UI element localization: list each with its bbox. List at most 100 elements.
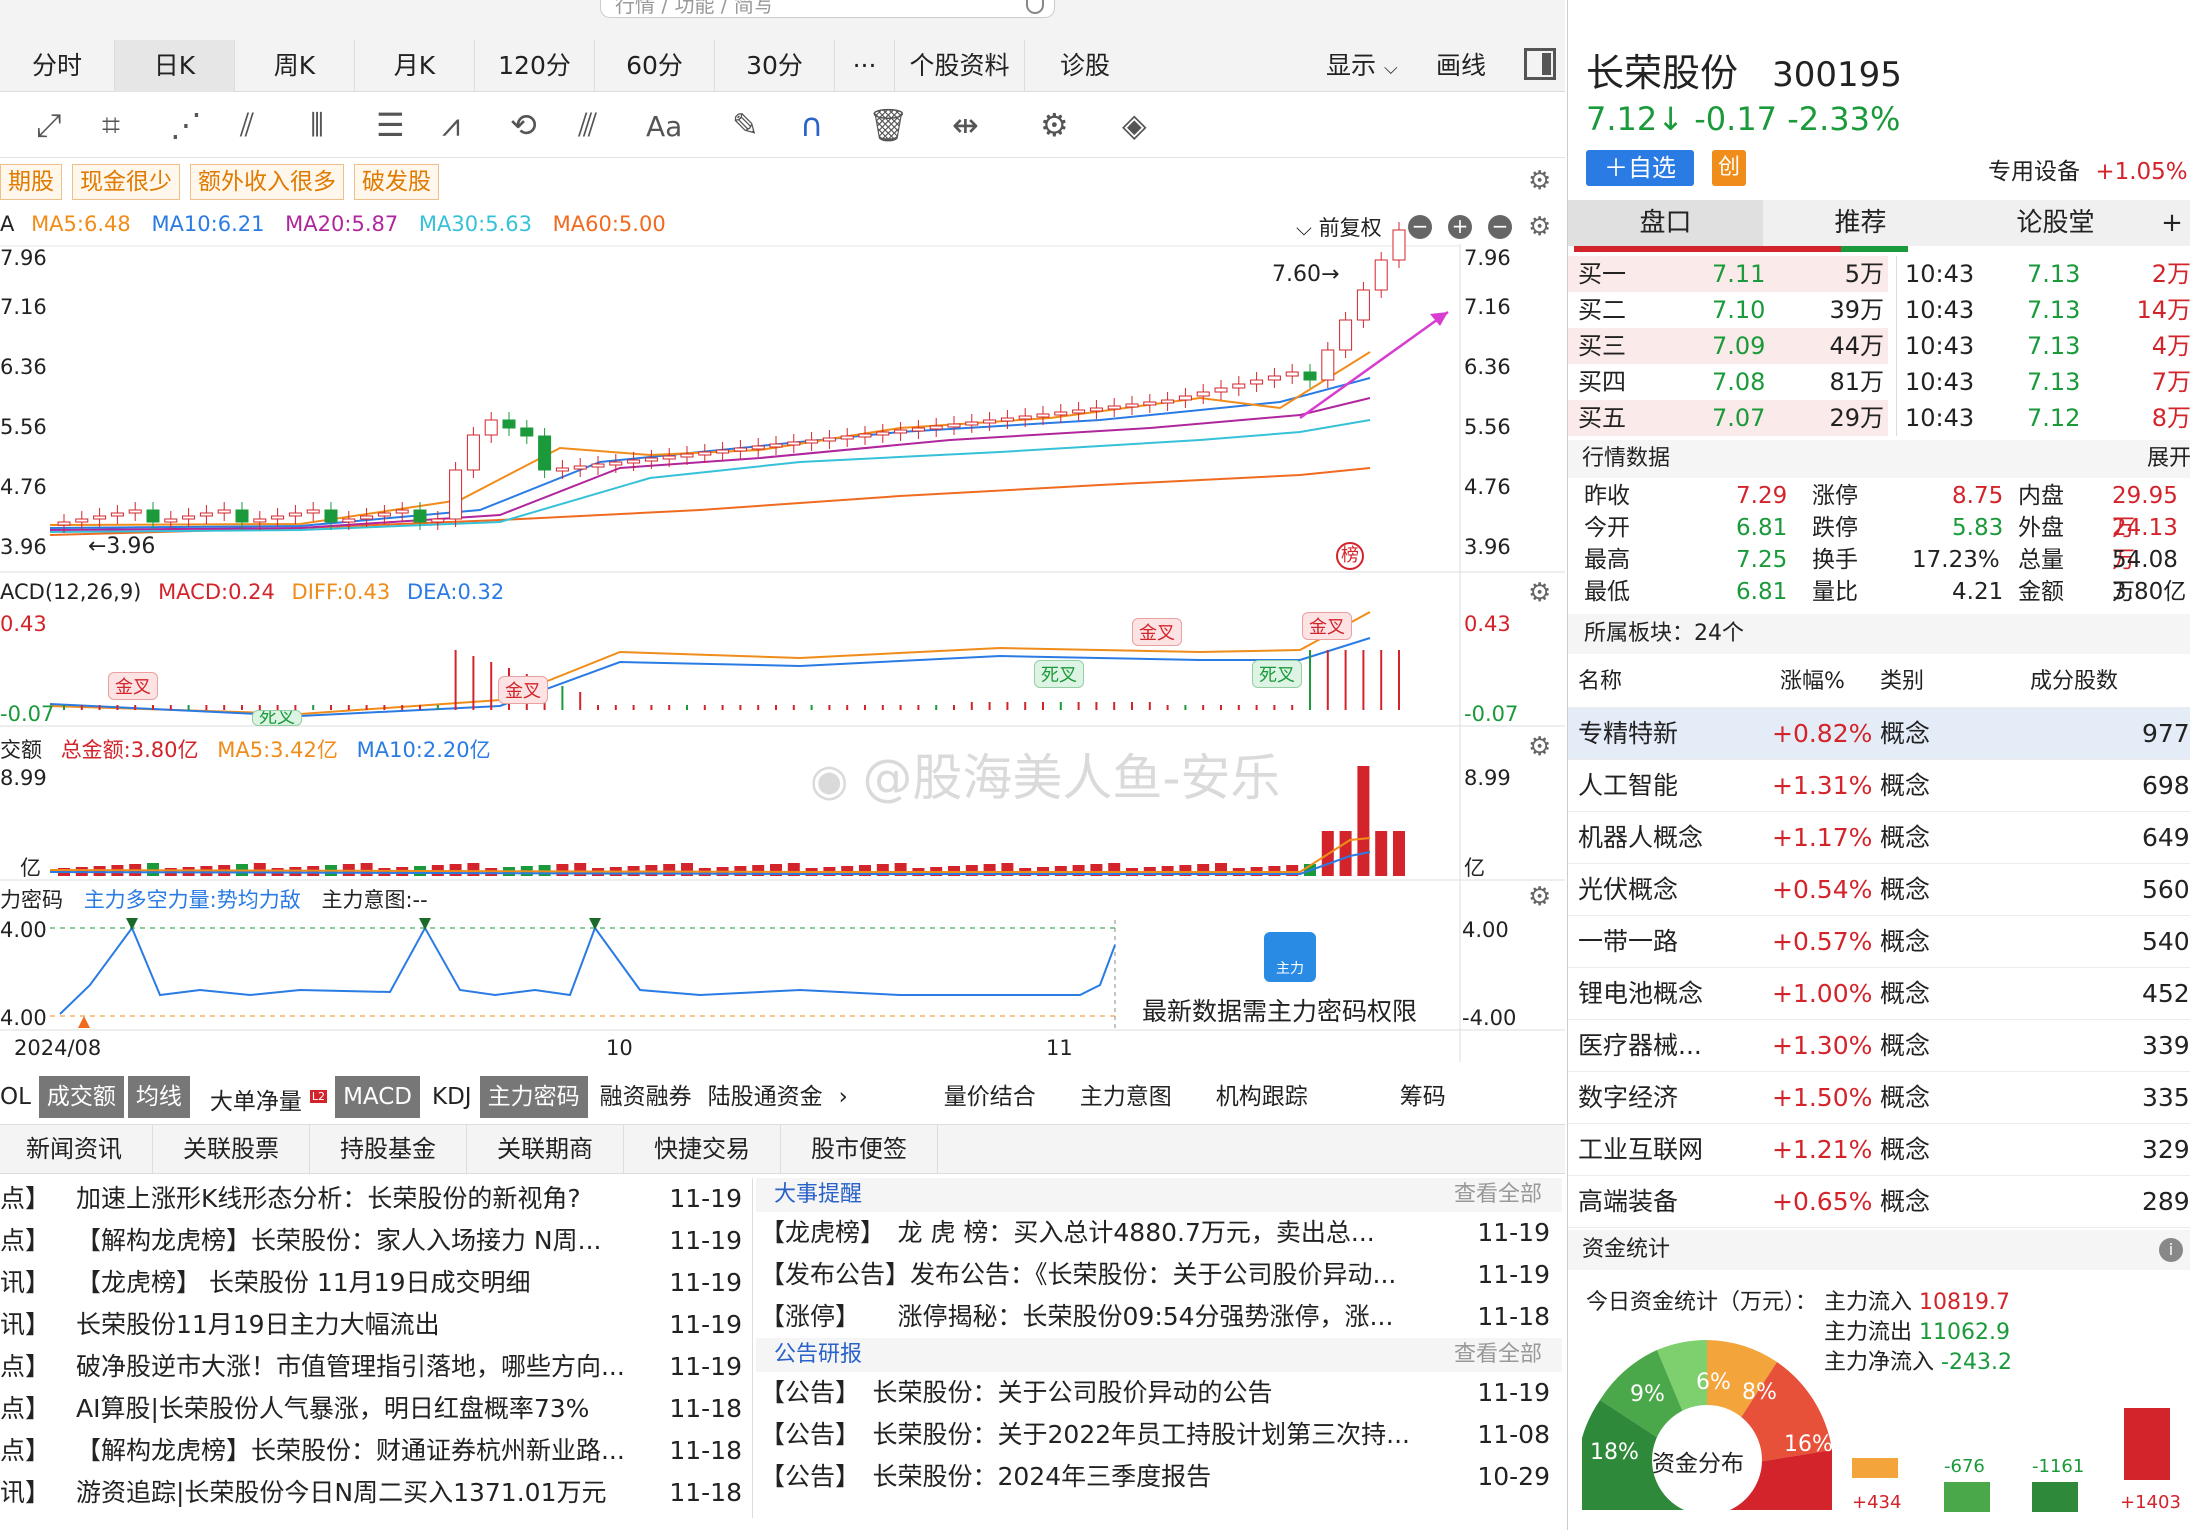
ind-tab-kdj[interactable]: KDJ [424, 1076, 480, 1118]
news-item[interactable]: 【发布公告】发布公告：《长荣股份：关于公司股价异动... 11-19 [756, 1254, 1562, 1296]
ind-tab-northbound[interactable]: 陆股通资金 [700, 1076, 831, 1118]
dragon-tiger-badge[interactable]: 榜 [1336, 542, 1364, 570]
ind-tab-volume-price[interactable]: 量价结合 [936, 1076, 1044, 1118]
sector-type: 概念 [1880, 823, 1931, 852]
ind-tab-main-force[interactable]: 主力密码 [479, 1076, 588, 1118]
ind-tab-macd[interactable]: MACD [335, 1076, 421, 1118]
news-item[interactable]: 【公告】 长荣股份：2024年三季度报告 10-29 [756, 1456, 1562, 1498]
candle [840, 435, 854, 440]
ind-tab-ol[interactable]: OL [0, 1076, 39, 1118]
sector-row[interactable]: 数字经济 +1.50% 概念 335 [1568, 1072, 2190, 1124]
add-favorite-button[interactable]: ＋自选 [1586, 150, 1694, 186]
candle [449, 469, 463, 520]
news-item[interactable]: 【龙虎榜】 龙 虎 榜：买入总计4880.7万元，卖出总... 11-19 [756, 1212, 1562, 1254]
x-date: 10 [606, 1036, 633, 1060]
mm-main: 主力多空力量:势均力敌 [83, 888, 301, 912]
kline-chart[interactable] [0, 0, 1565, 1076]
sector-row[interactable]: 锂电池概念 +1.00% 概念 452 [1568, 968, 2190, 1020]
news-tab-related[interactable]: 关联股票 [153, 1125, 310, 1173]
l2-badge: L2 [309, 1090, 328, 1103]
news-item[interactable]: 讯】 长荣股份11月19日主力大幅流出 11-19 [0, 1304, 752, 1346]
expand-link[interactable]: 展开 [2147, 440, 2190, 478]
news-item[interactable]: 【公告】 长荣股份：关于公司股价异动的公告 11-19 [756, 1372, 1562, 1414]
news-item[interactable]: 讯】 游资追踪|长荣股份今日N周二买入1371.01万元 11-18 [0, 1472, 752, 1514]
candle [395, 509, 409, 514]
news-tab-trade[interactable]: 快捷交易 [624, 1125, 781, 1173]
lock-message: 最新数据需主力密码权限 [1142, 997, 1418, 1026]
sector-pct: +1.30% [1772, 1031, 1873, 1060]
news-prefix: 点】 [0, 1394, 51, 1423]
sector-row[interactable]: 人工智能 +1.31% 概念 698 [1568, 760, 2190, 812]
news-item[interactable]: 讯】 【龙虎榜】 长荣股份 11月19日成交明细 11-19 [0, 1262, 752, 1304]
industry-name: 专用设备 [1988, 159, 2080, 185]
sector-row[interactable]: 光伏概念 +0.54% 概念 560 [1568, 864, 2190, 916]
death-cross-badge: 死叉 [1034, 660, 1084, 688]
gear-icon[interactable]: ⚙ [1528, 882, 1551, 912]
x-date: 11 [1046, 1036, 1073, 1060]
candle [751, 445, 765, 450]
sector-row[interactable]: 高端装备 +0.65% 概念 289 [1568, 1176, 2190, 1228]
main-force-line [59, 925, 1116, 1015]
news-item[interactable]: 点】 加速上涨形K线形态分析：长荣股份的新视角? 11-19 [0, 1178, 752, 1220]
industry-sector[interactable]: 专用设备 +1.05% [1988, 152, 2188, 186]
info-icon[interactable]: i [2159, 1238, 2183, 1262]
sector-row[interactable]: 机器人概念 +1.17% 概念 649 [1568, 812, 2190, 864]
watermark-text: @股海美人鱼-安乐 [862, 749, 1281, 807]
news-item[interactable]: 点】 AI算股|长荣股份人气暴涨，明日红盘概率73% 11-18 [0, 1388, 752, 1430]
news-tab-notes[interactable]: 股市便签 [781, 1125, 938, 1173]
flow-bar-label: +1403 [2120, 1492, 2181, 1513]
news-tab-futures[interactable]: 关联期商 [467, 1125, 624, 1173]
fund-in-value: 10819.7 [1919, 1290, 2010, 1315]
ind-tab-amount[interactable]: 成交额 [38, 1076, 124, 1118]
candle [1374, 259, 1388, 291]
news-title: 【公告】 长荣股份：关于公司股价异动的公告 [760, 1378, 1273, 1407]
sector-row[interactable]: 专精特新 +0.82% 概念 977 [1568, 708, 2190, 760]
news-prefix: 点】 [0, 1226, 51, 1255]
flow-bar [2124, 1408, 2170, 1480]
lock-icon[interactable]: 主力 [1264, 932, 1316, 982]
rp-tab-orderbook[interactable]: 盘口 [1568, 200, 1763, 246]
news-item[interactable]: 点】 【解构龙虎榜】长荣股份：财通证券杭州新业路... 11-18 [0, 1430, 752, 1472]
ind-tab-margin[interactable]: 融资融券 [592, 1076, 700, 1118]
sector-name: 光伏概念 [1578, 875, 1679, 904]
quote-label: 总量 [2018, 547, 2064, 573]
ind-tab-institution[interactable]: 机构跟踪 [1208, 1076, 1316, 1118]
candle [342, 518, 356, 523]
candle [1339, 319, 1353, 351]
view-all-link[interactable]: 查看全部 [1454, 1178, 1542, 1212]
ind-tab-big-order[interactable]: 大单净量 L2 [194, 1076, 335, 1118]
sector-row[interactable]: 工业互联网 +1.21% 概念 329 [1568, 1124, 2190, 1176]
sector-pct: +0.82% [1772, 719, 1873, 748]
rp-tab-forum[interactable]: 论股堂 [1958, 200, 2153, 246]
sector-type: 概念 [1880, 875, 1931, 904]
ind-tab-intent[interactable]: 主力意图 [1072, 1076, 1180, 1118]
news-item[interactable]: 点】 破净股逆市大涨！市值管理指引落地，哪些方向... 11-19 [0, 1346, 752, 1388]
golden-cross-badge: 金叉 [498, 676, 548, 704]
news-tab-funds[interactable]: 持股基金 [310, 1125, 467, 1173]
news-item[interactable]: 【涨停】 涨停揭秘：长荣股份09:54分强势涨停，涨... 11-18 [756, 1296, 1562, 1338]
news-prefix: 讯】 [0, 1268, 51, 1297]
sector-row[interactable]: 医疗器械... +1.30% 概念 339 [1568, 1020, 2190, 1072]
news-item[interactable]: 【公告】 长荣股份：关于2022年员工持股计划第三次持... 11-08 [756, 1414, 1562, 1456]
gear-icon[interactable]: ⚙ [1528, 732, 1551, 762]
view-all-link[interactable]: 查看全部 [1454, 1338, 1542, 1372]
rp-tab-add[interactable]: + [2153, 200, 2190, 246]
news-tab-news[interactable]: 新闻资讯 [0, 1125, 153, 1173]
sector-name: 数字经济 [1578, 1083, 1679, 1112]
gear-icon[interactable]: ⚙ [1528, 578, 1551, 608]
news-date: 11-18 [669, 1394, 742, 1423]
sector-type: 概念 [1880, 1135, 1931, 1164]
col-type: 类别 [1880, 669, 1925, 694]
buy-price: 7.09 [1712, 332, 1766, 360]
quote-value: 6.81 [1736, 515, 1788, 541]
candle [787, 441, 801, 446]
sector-row[interactable]: 一带一路 +0.57% 概念 540 [1568, 916, 2190, 968]
news-date: 11-19 [669, 1184, 742, 1213]
buy-row: 买五 7.07 29万 [1568, 400, 1888, 436]
candle [1214, 387, 1228, 393]
rp-tab-recommend[interactable]: 推荐 [1763, 200, 1958, 246]
chevron-right-icon[interactable]: › [831, 1076, 856, 1118]
ind-tab-chips[interactable]: 筹码 [1392, 1076, 1454, 1118]
news-item[interactable]: 点】 【解构龙虎榜】长荣股份：家人入场接力 N周... 11-19 [0, 1220, 752, 1262]
ind-tab-ma[interactable]: 均线 [127, 1076, 190, 1118]
